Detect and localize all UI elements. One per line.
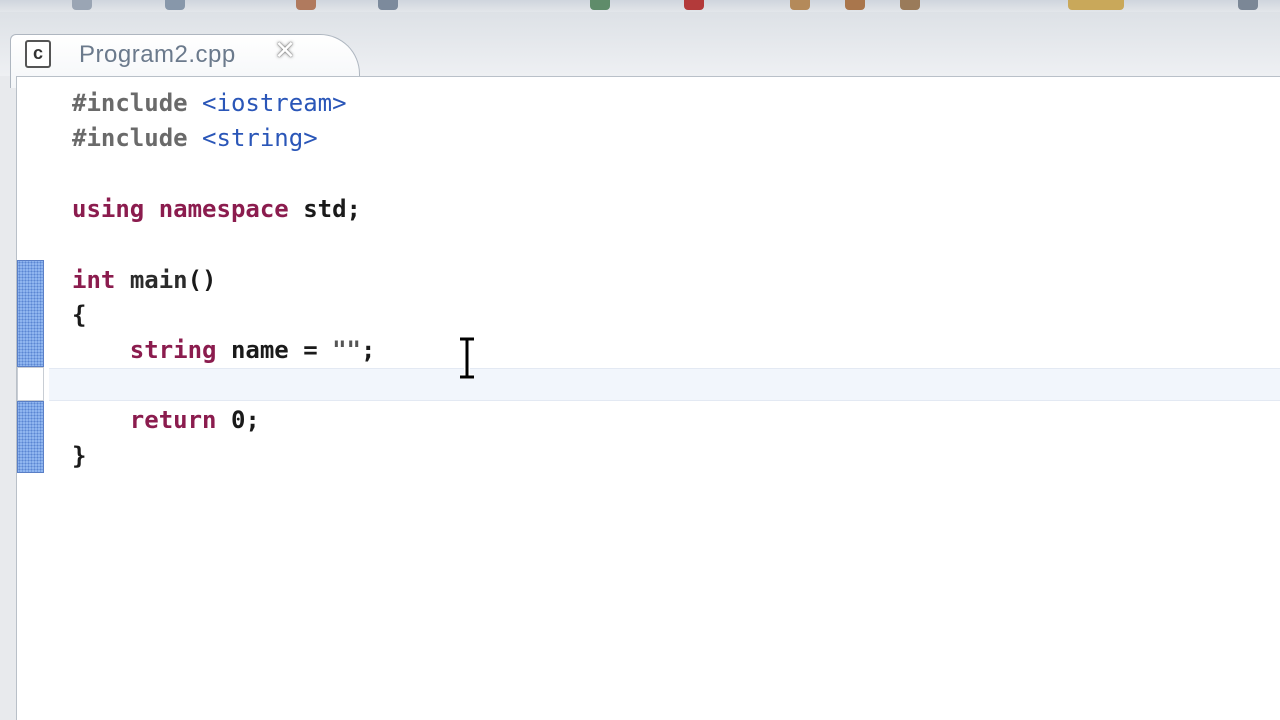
toolbar-button-options[interactable] xyxy=(1238,0,1258,10)
code-text: ; xyxy=(361,336,376,364)
code-text: std; xyxy=(288,195,361,223)
code-text: name = xyxy=(216,336,333,364)
toolbar-button-cut[interactable] xyxy=(296,0,316,10)
toolbar-button-step-over[interactable] xyxy=(900,0,920,10)
preprocessor-directive: #include xyxy=(72,124,203,152)
code-text: { xyxy=(72,301,87,329)
keyword: int xyxy=(72,266,116,294)
code-text: } xyxy=(72,442,87,470)
string-literal: "" xyxy=(332,336,361,364)
toolbar-button-copy[interactable] xyxy=(378,0,398,10)
close-icon[interactable]: ✕ xyxy=(271,37,299,65)
code-line-2[interactable]: #include <string> xyxy=(72,121,318,156)
main-toolbar xyxy=(0,0,1280,12)
code-line-4[interactable]: using namespace std; xyxy=(72,192,361,227)
preprocessor-directive: #include xyxy=(72,89,203,117)
change-marker-unsaved xyxy=(17,260,44,367)
code-line-8[interactable]: string name = ""; xyxy=(72,333,376,368)
code-text: () xyxy=(187,266,217,294)
change-marker-current-line xyxy=(17,367,44,401)
code-text: 0; xyxy=(216,406,260,434)
code-line-7[interactable]: { xyxy=(72,298,86,333)
code-editor[interactable]: #include <iostream> #include <string> us… xyxy=(16,76,1280,720)
change-marker-unsaved xyxy=(17,401,44,473)
code-line-6[interactable]: int main() xyxy=(72,263,217,298)
include-header: <string> xyxy=(202,124,318,152)
code-line-10[interactable]: return 0; xyxy=(72,403,260,438)
toolbar-button-stop[interactable] xyxy=(684,0,704,10)
keyword: namespace xyxy=(158,195,289,223)
keyword: using xyxy=(72,195,145,223)
keyword: return xyxy=(129,406,217,434)
keyword: string xyxy=(129,336,217,364)
text-cursor-icon xyxy=(460,337,474,379)
include-header: <iostream> xyxy=(202,89,347,117)
editor-tab-bar: c Program2.cpp ✕ xyxy=(0,12,1280,88)
toolbar-button-build[interactable] xyxy=(590,0,610,10)
current-line-highlight xyxy=(49,368,1280,401)
toolbar-button-run[interactable] xyxy=(1068,0,1124,10)
function-name: main xyxy=(129,266,188,294)
toolbar-button-open[interactable] xyxy=(165,0,185,10)
toolbar-button-step[interactable] xyxy=(845,0,865,10)
tab-title: Program2.cpp xyxy=(79,41,236,68)
toolbar-button-debug[interactable] xyxy=(790,0,810,10)
code-line-11[interactable]: } xyxy=(72,439,86,474)
cpp-file-icon: c xyxy=(25,40,51,68)
toolbar-button-save[interactable] xyxy=(72,0,92,10)
code-line-1[interactable]: #include <iostream> xyxy=(72,86,347,121)
